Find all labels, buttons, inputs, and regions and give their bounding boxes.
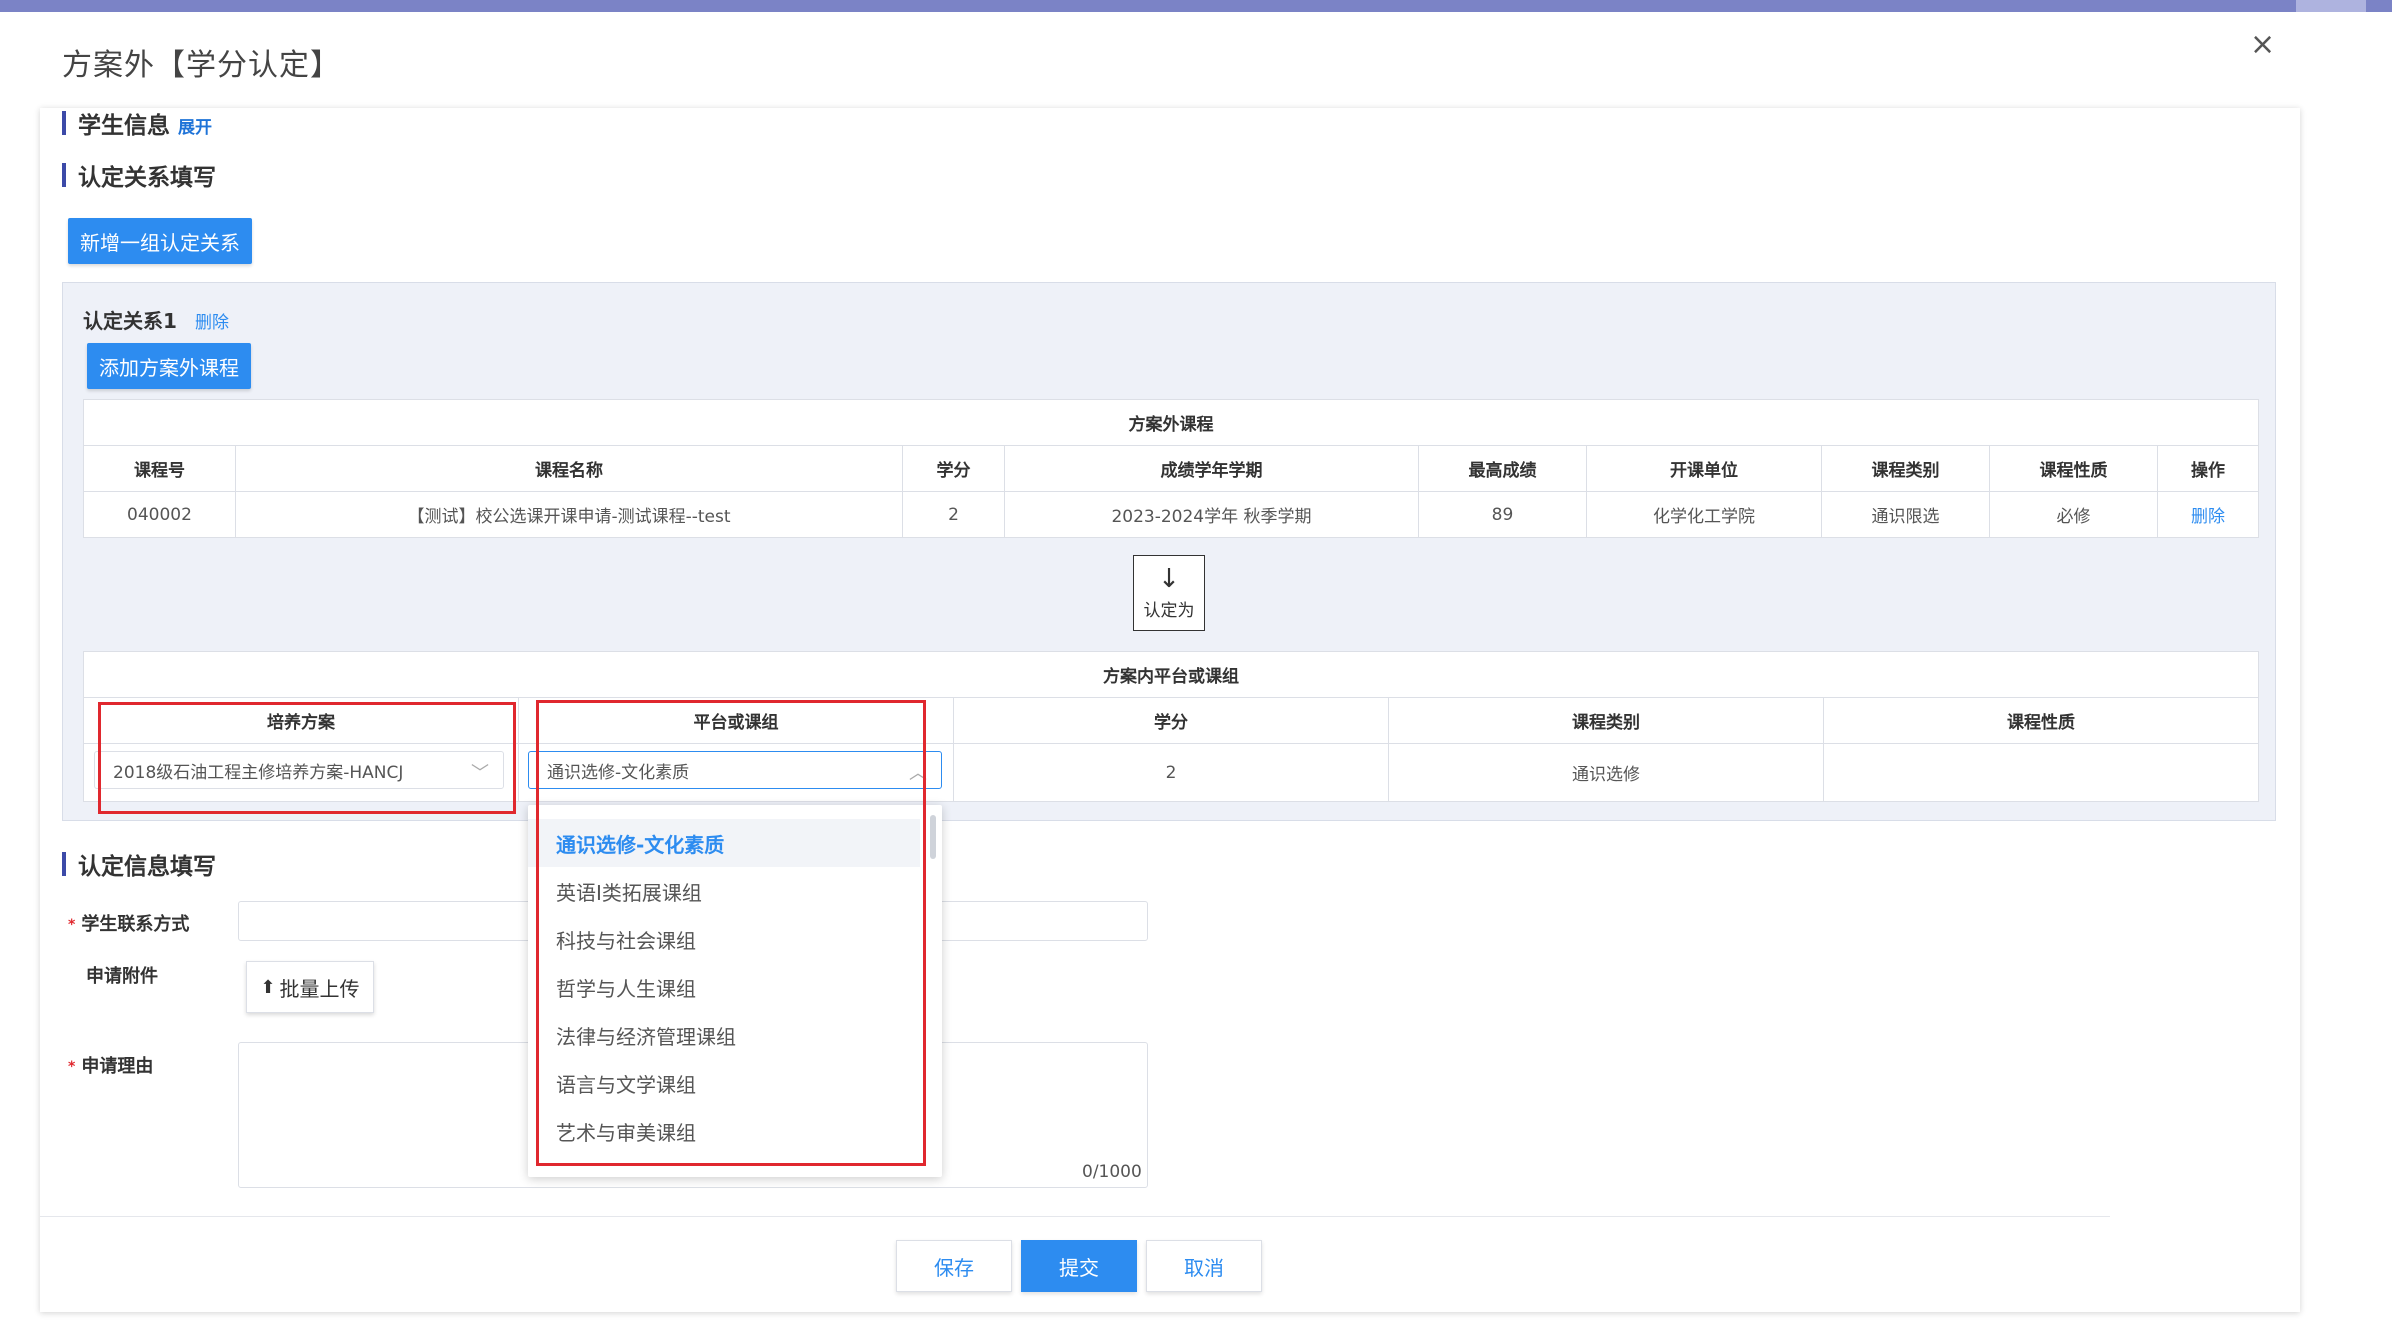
required-mark: * bbox=[68, 917, 76, 933]
reason-label-text: 申请理由 bbox=[81, 1056, 154, 1077]
column-header: 学分 bbox=[953, 697, 1389, 744]
dropdown-option[interactable]: 通识选修-文化素质 bbox=[528, 819, 920, 867]
plan-select-value: 2018级石油工程主修培养方案-HANCJ bbox=[113, 762, 404, 783]
column-header: 培养方案 bbox=[83, 697, 519, 744]
chevron-down-icon: ﹀ bbox=[471, 763, 489, 784]
contact-label-text: 学生联系方式 bbox=[81, 914, 190, 935]
plan-select[interactable]: 2018级石油工程主修培养方案-HANCJ ﹀ bbox=[94, 751, 504, 789]
column-header: 课程类别 bbox=[1388, 697, 1824, 744]
upload-button[interactable]: ⬆ 批量上传 bbox=[246, 961, 374, 1013]
expand-link[interactable]: 展开 bbox=[178, 113, 212, 138]
column-header: 开课单位 bbox=[1586, 445, 1822, 492]
credit-cell: 2 bbox=[902, 491, 1005, 538]
department-cell: 化学化工学院 bbox=[1586, 491, 1822, 538]
arrow-down-icon: ↓ bbox=[1158, 563, 1180, 594]
attachment-label: 申请附件 bbox=[86, 966, 158, 987]
nature-cell: 必修 bbox=[1989, 491, 2158, 538]
dropdown-option[interactable]: 哲学与人生课组 bbox=[528, 963, 920, 1011]
term-cell: 2023-2024学年 秋季学期 bbox=[1004, 491, 1419, 538]
outside-course-table: 方案外课程 课程号 课程名称 学分 成绩学年学期 最高成绩 开课单位 课程类别 … bbox=[82, 399, 2260, 538]
column-header: 学分 bbox=[902, 445, 1005, 492]
column-header: 平台或课组 bbox=[518, 697, 954, 744]
group-select[interactable]: 通识选修-文化素质 ︿ bbox=[528, 751, 942, 789]
column-header: 成绩学年学期 bbox=[1004, 445, 1419, 492]
dropdown-option[interactable]: 语言与文学课组 bbox=[528, 1059, 920, 1107]
outside-table-caption: 方案外课程 bbox=[82, 399, 2260, 446]
student-info-section: 学生信息 展开 bbox=[62, 106, 212, 140]
section-title: 认定关系填写 bbox=[78, 165, 216, 191]
dropdown-option[interactable]: 法律与经济管理课组 bbox=[528, 1011, 920, 1059]
top-bar-segment bbox=[2296, 0, 2366, 12]
column-header: 课程类别 bbox=[1821, 445, 1990, 492]
add-group-button[interactable]: 新增一组认定关系 bbox=[68, 218, 252, 264]
column-header: 课程性质 bbox=[1822, 697, 2260, 744]
row-delete-link[interactable]: 删除 bbox=[2191, 507, 2225, 527]
course-name-cell: 【测试】校公选课开课申请-测试课程--test bbox=[235, 491, 903, 538]
submit-button[interactable]: 提交 bbox=[1021, 1240, 1137, 1292]
inside-category-cell: 通识选修 bbox=[1388, 743, 1824, 802]
section-title: 学生信息 bbox=[78, 113, 170, 139]
footer-divider bbox=[40, 1216, 2110, 1217]
dropdown-option[interactable]: 英语Ⅰ类拓展课组 bbox=[528, 867, 920, 915]
required-mark: * bbox=[68, 1059, 76, 1075]
column-header: 操作 bbox=[2156, 445, 2260, 492]
char-counter: 0/1000 bbox=[1082, 1162, 1142, 1182]
reason-label: * 申请理由 bbox=[68, 1052, 153, 1078]
course-id-cell: 040002 bbox=[83, 491, 236, 538]
table-row: 040002 【测试】校公选课开课申请-测试课程--test 2 2023-20… bbox=[83, 491, 2260, 538]
relation-group: 认定关系1 删除 添加方案外课程 方案外课程 课程号 课程名称 学分 成绩学年学… bbox=[62, 282, 2276, 821]
category-cell: 通识限选 bbox=[1821, 491, 1990, 538]
add-course-button[interactable]: 添加方案外课程 bbox=[87, 343, 251, 389]
column-header: 课程名称 bbox=[235, 445, 903, 492]
chevron-up-icon: ︿ bbox=[909, 763, 927, 784]
group-title: 认定关系1 bbox=[83, 309, 177, 333]
top-bar bbox=[0, 0, 2392, 12]
close-icon[interactable]: × bbox=[2250, 30, 2275, 60]
column-header: 课程号 bbox=[83, 445, 236, 492]
dialog-title: 方案外【学分认定】 bbox=[62, 48, 341, 83]
recognize-as-button[interactable]: ↓ 认定为 bbox=[1133, 555, 1205, 631]
column-header: 最高成绩 bbox=[1418, 445, 1587, 492]
recognize-as-label: 认定为 bbox=[1143, 600, 1195, 621]
cancel-button[interactable]: 取消 bbox=[1146, 1240, 1262, 1292]
save-button[interactable]: 保存 bbox=[896, 1240, 1012, 1292]
inside-table-caption: 方案内平台或课组 bbox=[82, 651, 2260, 698]
section-bar bbox=[62, 163, 66, 187]
dropdown-option[interactable]: 科技与社会课组 bbox=[528, 915, 920, 963]
group-select-value: 通识选修-文化素质 bbox=[547, 762, 690, 783]
group-delete-link[interactable]: 删除 bbox=[195, 308, 229, 333]
upload-label: 批量上传 bbox=[279, 976, 360, 1001]
relation-section: 认定关系填写 bbox=[62, 158, 216, 192]
section-bar bbox=[62, 111, 66, 135]
upload-icon: ⬆ bbox=[260, 976, 276, 998]
inside-credit-cell: 2 bbox=[953, 743, 1389, 802]
group-dropdown-menu: 通识选修-文化素质 英语Ⅰ类拓展课组 科技与社会课组 哲学与人生课组 法律与经济… bbox=[528, 805, 942, 1177]
inside-nature-cell bbox=[1822, 743, 2260, 802]
section-title: 认定信息填写 bbox=[78, 854, 216, 880]
section-bar bbox=[62, 852, 66, 876]
score-cell: 89 bbox=[1418, 491, 1587, 538]
info-section: 认定信息填写 bbox=[62, 847, 216, 881]
dropdown-scrollbar[interactable] bbox=[930, 815, 936, 859]
dropdown-option[interactable]: 艺术与审美课组 bbox=[528, 1107, 920, 1155]
contact-label: * 学生联系方式 bbox=[68, 910, 189, 936]
column-header: 课程性质 bbox=[1989, 445, 2158, 492]
